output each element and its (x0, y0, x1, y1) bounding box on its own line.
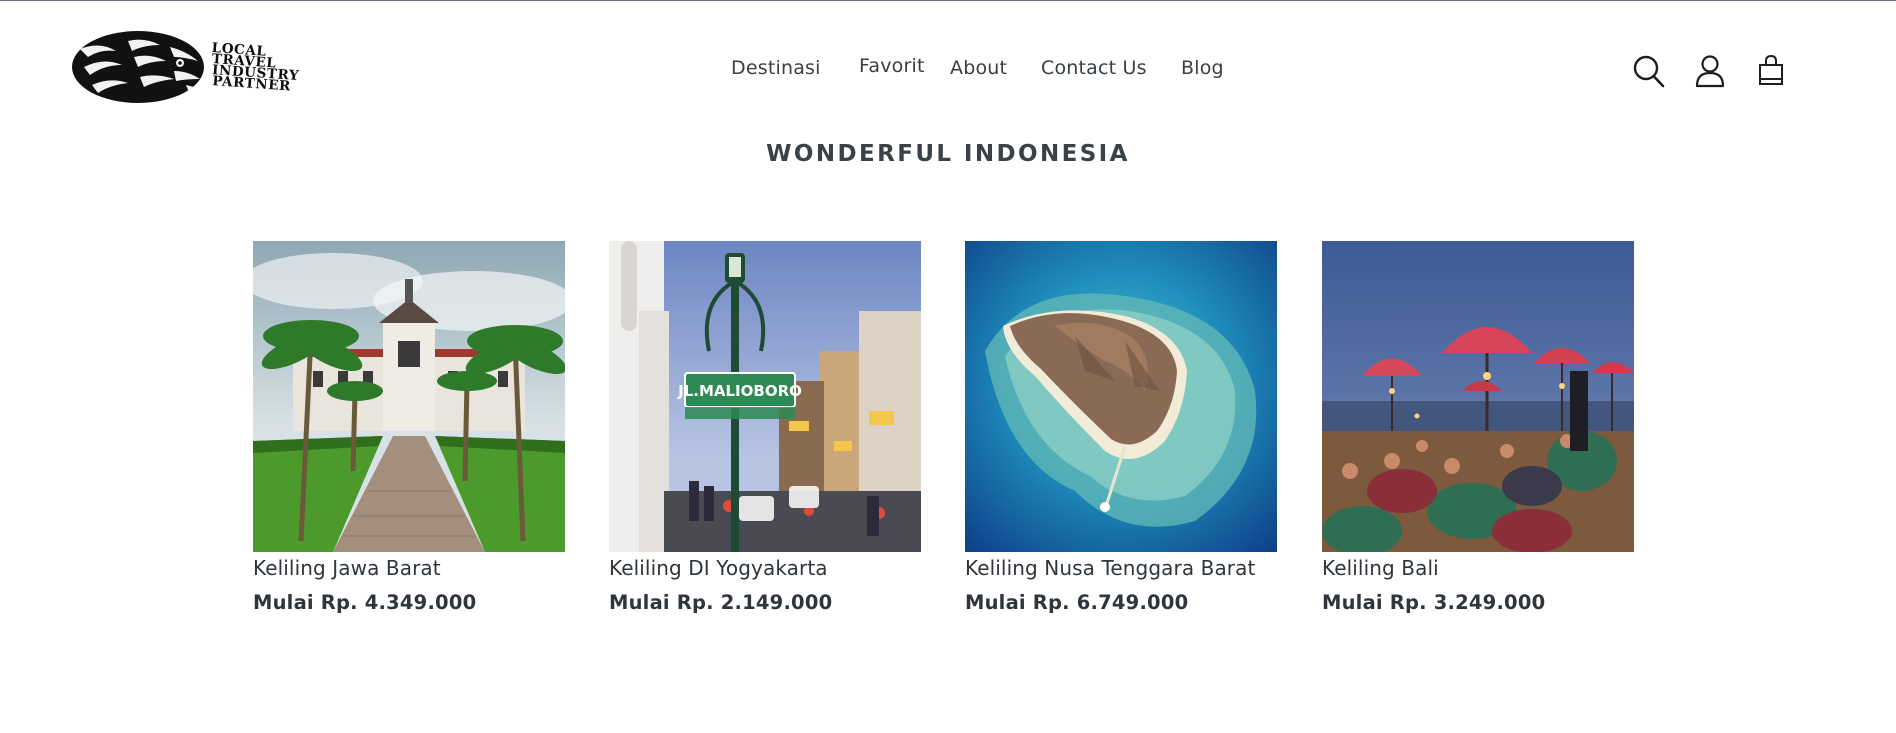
product-card-jawa-barat[interactable]: Keliling Jawa Barat Mulai Rp. 4.349.000 (253, 241, 565, 616)
search-icon (1633, 55, 1665, 88)
bali-beach-night-photo (1322, 241, 1634, 552)
account-button[interactable] (1694, 53, 1728, 89)
product-image[interactable] (1322, 241, 1634, 552)
search-button[interactable] (1632, 53, 1666, 89)
product-price: Mulai Rp. 2.149.000 (609, 591, 833, 614)
cart-icon (1759, 54, 1783, 85)
main-nav: Destinasi Favorit About Contact Us Blog (0, 55, 1896, 87)
product-card-ntb[interactable]: Keliling Nusa Tenggara Barat Mulai Rp. 6… (965, 241, 1277, 616)
product-title[interactable]: Keliling DI Yogyakarta (609, 554, 921, 582)
malioboro-street-photo: JL.MALIOBORO (609, 241, 921, 552)
product-image[interactable] (965, 241, 1277, 552)
product-card-yogyakarta[interactable]: JL.MALIOBORO Keliling DI Yogyakarta Mula… (609, 241, 921, 616)
site-header: LOCAL TRAVEL INDUSTRY PARTNER Destinasi … (0, 1, 1896, 131)
nav-contact-us[interactable]: Contact Us (1041, 57, 1147, 79)
nav-blog[interactable]: Blog (1181, 57, 1224, 79)
cart-button[interactable] (1755, 53, 1789, 89)
gedung-sate-photo (253, 241, 565, 552)
product-card-bali[interactable]: Keliling Bali Mulai Rp. 3.249.000 (1322, 241, 1634, 616)
section-title: WONDERFUL INDONESIA (766, 141, 1130, 167)
product-image[interactable]: JL.MALIOBORO (609, 241, 921, 552)
product-title[interactable]: Keliling Jawa Barat (253, 554, 565, 582)
island-aerial-photo (965, 241, 1277, 552)
nav-favorit[interactable]: Favorit (859, 55, 925, 77)
nav-about[interactable]: About (950, 57, 1007, 79)
account-icon (1695, 55, 1725, 88)
street-sign-text: JL.MALIOBORO (677, 382, 802, 400)
nav-destinasi[interactable]: Destinasi (731, 57, 821, 79)
product-title[interactable]: Keliling Bali (1322, 554, 1634, 582)
product-price: Mulai Rp. 6.749.000 (965, 591, 1189, 614)
product-price: Mulai Rp. 4.349.000 (253, 591, 477, 614)
product-title[interactable]: Keliling Nusa Tenggara Barat (965, 554, 1277, 582)
product-price: Mulai Rp. 3.249.000 (1322, 591, 1546, 614)
product-image[interactable] (253, 241, 565, 552)
